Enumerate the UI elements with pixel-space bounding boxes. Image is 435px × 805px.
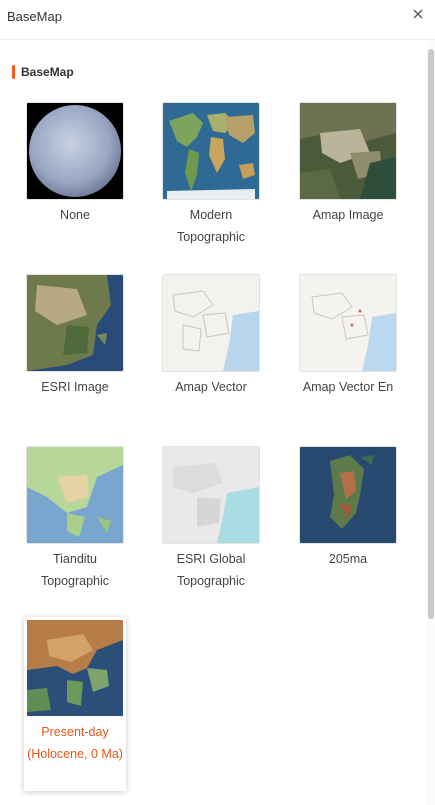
- basemap-option-esri-global-topographic[interactable]: ESRI Global Topographic: [160, 446, 262, 592]
- basemap-panel: BaseMap None Modern Topographic Amap Ima…: [0, 41, 427, 805]
- basemap-option-modern-topographic[interactable]: Modern Topographic: [160, 102, 262, 248]
- window-title: BaseMap: [7, 9, 62, 24]
- title-bar: BaseMap: [0, 0, 435, 40]
- basemap-label: Modern Topographic: [176, 208, 246, 244]
- basemap-label: Present-day (Holocene, 0 Ma): [27, 725, 123, 761]
- basemap-label: ESRI Global Topographic: [176, 552, 246, 588]
- satellite-image-icon: [300, 103, 396, 199]
- light-topographic-icon: [163, 447, 259, 543]
- basemap-option-amap-vector-en[interactable]: Amap Vector En: [297, 274, 399, 398]
- basemap-option-205ma[interactable]: 205ma: [297, 446, 399, 570]
- basemap-grid: None Modern Topographic Amap Image ESRI …: [0, 41, 427, 805]
- basemap-thumbnail: [299, 102, 397, 200]
- basemap-thumbnail: [26, 274, 124, 372]
- paleo-map-icon: [27, 620, 123, 716]
- scrollbar[interactable]: [427, 41, 435, 805]
- basemap-thumbnail: [299, 446, 397, 544]
- scrollbar-thumb[interactable]: [428, 49, 434, 619]
- basemap-option-none[interactable]: None: [24, 102, 126, 226]
- basemap-label: Amap Vector: [175, 380, 247, 394]
- basemap-option-esri-image[interactable]: ESRI Image: [24, 274, 126, 398]
- vector-map-icon: [163, 275, 259, 371]
- basemap-label: 205ma: [328, 552, 368, 566]
- basemap-thumbnail: [299, 274, 397, 372]
- basemap-option-amap-vector[interactable]: Amap Vector: [160, 274, 262, 398]
- basemap-label: None: [60, 208, 90, 222]
- close-icon[interactable]: [411, 7, 425, 21]
- basemap-label: Tianditu Topographic: [40, 552, 110, 588]
- basemap-thumbnail: [162, 102, 260, 200]
- basemap-label: ESRI Image: [41, 380, 109, 394]
- basemap-option-present-day[interactable]: Present-day (Holocene, 0 Ma): [24, 617, 126, 791]
- basemap-option-amap-image[interactable]: Amap Image: [297, 102, 399, 226]
- vector-map-icon: [300, 275, 396, 371]
- basemap-option-tianditu-topographic[interactable]: Tianditu Topographic: [24, 446, 126, 592]
- paleo-map-icon: [300, 447, 396, 543]
- basemap-label: Amap Image: [312, 208, 384, 222]
- basemap-thumbnail: [26, 619, 124, 717]
- topographic-map-icon: [27, 447, 123, 543]
- satellite-image-icon: [27, 275, 123, 371]
- basemap-thumbnail: [162, 274, 260, 372]
- basemap-thumbnail: [26, 102, 124, 200]
- globe-sphere-icon: [27, 103, 123, 199]
- world-topographic-icon: [163, 103, 259, 199]
- basemap-thumbnail: [162, 446, 260, 544]
- basemap-label: Amap Vector En: [302, 380, 394, 394]
- basemap-thumbnail: [26, 446, 124, 544]
